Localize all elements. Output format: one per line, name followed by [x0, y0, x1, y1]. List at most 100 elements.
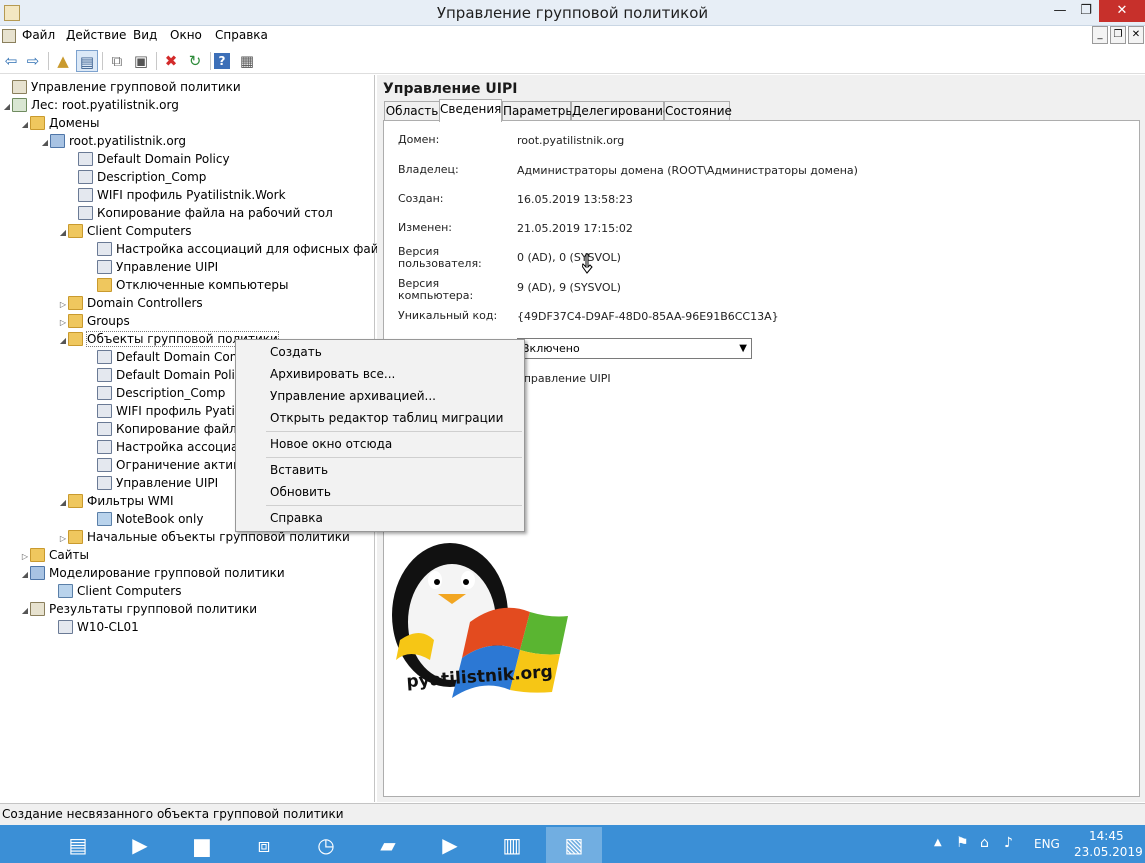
copy-icon[interactable]: ⧉	[106, 50, 128, 72]
task-scheduler-icon[interactable]: ◷	[298, 827, 354, 863]
expanded-arrow-icon[interactable]: ◢	[58, 494, 68, 512]
tree-node-ou[interactable]: ◢ Client Computers	[58, 222, 191, 240]
tree-node-results[interactable]: ◢ Результаты групповой политики	[20, 600, 257, 618]
expanded-arrow-icon[interactable]: ◢	[40, 134, 50, 152]
show-tree-icon[interactable]: ▤	[76, 50, 98, 72]
tree-node-gpo[interactable]: Копирование файла н	[87, 420, 256, 438]
tree-node-ou[interactable]: ▷ Groups	[58, 312, 130, 330]
pyatilistnik-logo: pyatilistnik.org	[392, 543, 568, 698]
menu-view[interactable]: Вид	[130, 28, 160, 42]
up-folder-icon[interactable]: ▲	[52, 50, 74, 72]
ctx-new-window[interactable]: Новое окно отсюда	[270, 437, 392, 451]
tree-node-gpo[interactable]: Ограничение активно	[87, 456, 255, 474]
delete-icon[interactable]: ✖	[160, 50, 182, 72]
created-label: Создан:	[398, 192, 444, 205]
ou-icon	[97, 278, 112, 292]
tree-node-gpo-link[interactable]: Управление UIPI	[87, 258, 218, 276]
tree-node-gpo[interactable]: Настройка ассоциаци	[87, 438, 254, 456]
expanded-arrow-icon[interactable]: ◢	[20, 566, 30, 584]
server-manager-icon[interactable]: ▤	[50, 827, 106, 863]
tab-delegation[interactable]: Делегирование	[571, 101, 670, 121]
tree-node-domains[interactable]: ◢ Домены	[20, 114, 99, 132]
ctx-manage-backups[interactable]: Управление архивацией...	[270, 389, 436, 403]
powershell-icon[interactable]: ▶	[112, 827, 168, 863]
gpo-status-select[interactable]: Включено ▼	[517, 338, 752, 359]
tree-node-ou[interactable]: ▷ Domain Controllers	[58, 294, 203, 312]
tree-node-gpo[interactable]: Default Domain Contro	[87, 348, 254, 366]
tree-node-gpo-link[interactable]: Description_Comp	[68, 168, 206, 186]
back-icon[interactable]: ⇦	[0, 50, 22, 72]
close-button[interactable]: ✕	[1099, 0, 1145, 22]
document-icon[interactable]	[2, 29, 16, 43]
tree-node-gpo-link[interactable]: Настройка ассоциаций для офисных файлов	[87, 240, 401, 258]
maximize-button[interactable]: ❐	[1073, 0, 1099, 22]
tree-node-root[interactable]: Управление групповой политики	[2, 78, 241, 96]
tree-node-ou[interactable]: Отключенные компьютеры	[87, 276, 288, 294]
modified-value: 21.05.2019 17:15:02	[517, 222, 633, 235]
tree-node-gpo-link[interactable]: Default Domain Policy	[68, 150, 230, 168]
menu-help[interactable]: Справка	[212, 28, 271, 42]
minimize-button[interactable]: —	[1047, 0, 1073, 22]
expanded-arrow-icon[interactable]: ◢	[2, 98, 12, 116]
network-tray-icon[interactable]: ⌂	[980, 835, 989, 851]
ctx-help[interactable]: Справка	[270, 511, 323, 525]
tab-scope[interactable]: Область	[384, 101, 440, 121]
notes-icon[interactable]: ▰	[360, 827, 416, 863]
network-icon[interactable]: ⧈	[236, 827, 292, 863]
menu-file[interactable]: Файл	[19, 28, 58, 42]
file-explorer-icon[interactable]: ▆	[174, 827, 230, 863]
tree-node-gpo[interactable]: WIFI профиль Pyatilist	[87, 402, 252, 420]
tree-node-gpo[interactable]: Description_Comp	[87, 384, 225, 402]
gpo-icon	[97, 386, 112, 400]
expanded-arrow-icon[interactable]: ◢	[20, 602, 30, 620]
tray-expand-icon[interactable]: ▲	[934, 837, 942, 848]
tree-node-domain[interactable]: ◢ root.pyatilistnik.org	[40, 132, 186, 150]
mdi-close-button[interactable]: ✕	[1128, 26, 1144, 44]
tree-node-results-item[interactable]: W10-CL01	[48, 618, 139, 636]
tree-node-modeling-item[interactable]: Client Computers	[48, 582, 181, 600]
ad-tools-icon[interactable]: ▥	[484, 827, 540, 863]
ctx-backup-all[interactable]: Архивировать все...	[270, 367, 395, 381]
ou-icon	[68, 224, 83, 238]
forward-icon[interactable]: ⇨	[22, 50, 44, 72]
tab-status[interactable]: Состояние	[664, 101, 732, 121]
clock-date[interactable]: 23.05.2019	[1074, 845, 1143, 859]
paste-icon[interactable]: ▣	[130, 50, 152, 72]
tree-node-label: WIFI профиль Pyatilistnik.Work	[97, 188, 286, 202]
tree-node-label: Domain Controllers	[87, 296, 203, 310]
expanded-arrow-icon[interactable]: ◢	[58, 332, 68, 350]
tree-node-gpo-link[interactable]: WIFI профиль Pyatilistnik.Work	[68, 186, 286, 204]
volume-icon[interactable]: ♪	[1004, 835, 1013, 851]
gpmc-taskbar-icon[interactable]: ▧	[546, 827, 602, 863]
help-icon[interactable]: ?	[214, 53, 230, 69]
tree-node-gpo[interactable]: Управление UIPI	[87, 474, 218, 492]
clock-time[interactable]: 14:45	[1089, 829, 1124, 843]
tree-node-modeling[interactable]: ◢ Моделирование групповой политики	[20, 564, 285, 582]
tree-node-gpo[interactable]: Default Domain Policy	[87, 366, 249, 384]
tab-settings[interactable]: Параметры	[502, 101, 575, 121]
tree-node-wmi-filters[interactable]: ◢ Фильтры WMI	[58, 492, 174, 510]
mdi-minimize-button[interactable]: _	[1092, 26, 1108, 44]
expanded-arrow-icon[interactable]: ◢	[58, 224, 68, 242]
tree-node-gpo-link[interactable]: Копирование файла на рабочий стол	[68, 204, 333, 222]
tree-node-sites[interactable]: ▷ Сайты	[20, 546, 89, 564]
powershell-ise-icon[interactable]: ▶	[422, 827, 478, 863]
context-menu: Создать Архивировать все... Управление а…	[235, 339, 525, 532]
tab-details[interactable]: Сведения	[439, 99, 502, 122]
ctx-refresh[interactable]: Обновить	[270, 485, 331, 499]
mouse-cursor-icon	[582, 253, 593, 274]
folder-icon	[30, 116, 45, 130]
ctx-create[interactable]: Создать	[270, 345, 322, 359]
tree-node-forest[interactable]: ◢ Лес: root.pyatilistnik.org	[2, 96, 179, 114]
ctx-paste[interactable]: Вставить	[270, 463, 328, 477]
ctx-migration-table-editor[interactable]: Открыть редактор таблиц миграции	[270, 411, 503, 425]
mdi-restore-button[interactable]: ❐	[1110, 26, 1126, 44]
menu-action[interactable]: Действие	[63, 28, 129, 42]
properties-icon[interactable]: ▦	[236, 50, 258, 72]
language-indicator[interactable]: ENG	[1034, 837, 1060, 851]
menu-window[interactable]: Окно	[167, 28, 205, 42]
refresh-icon[interactable]: ↻	[184, 50, 206, 72]
tree-node-wmi-filter[interactable]: NoteBook only	[87, 510, 203, 528]
action-center-icon[interactable]: ⚑	[956, 835, 969, 851]
expanded-arrow-icon[interactable]: ◢	[20, 116, 30, 134]
